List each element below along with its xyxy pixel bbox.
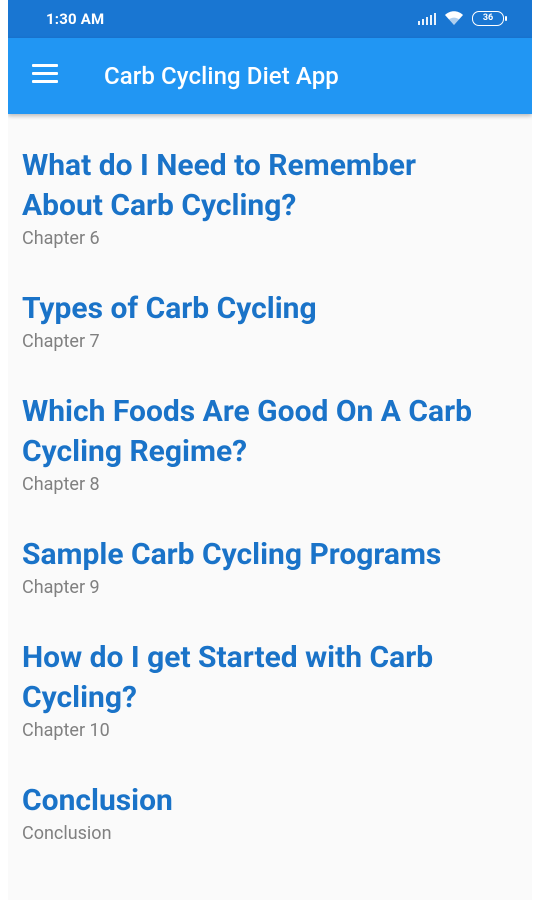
status-icons: 36 bbox=[418, 10, 507, 26]
chapter-subtitle: Chapter 8 bbox=[22, 474, 100, 495]
hamburger-menu-icon[interactable] bbox=[32, 64, 58, 86]
chapter-subtitle: Chapter 7 bbox=[22, 331, 100, 352]
status-bar: 1:30 AM 36 bbox=[8, 0, 532, 38]
chapter-item[interactable]: What do I Need to Remember About Carb Cy… bbox=[8, 146, 532, 251]
chapter-subtitle: Chapter 9 bbox=[22, 577, 100, 598]
battery-icon: 36 bbox=[472, 10, 507, 26]
wifi-icon bbox=[445, 11, 463, 25]
chapter-item[interactable]: Conclusion Conclusion bbox=[8, 781, 532, 846]
chapter-title: Conclusion bbox=[22, 783, 173, 818]
app-bar: Carb Cycling Diet App bbox=[8, 38, 532, 114]
app-title: Carb Cycling Diet App bbox=[104, 62, 339, 90]
chapter-title: What do I Need to Remember About Carb Cy… bbox=[22, 148, 416, 223]
signal-icon bbox=[418, 11, 436, 25]
chapter-subtitle: Conclusion bbox=[22, 823, 112, 844]
chapter-item[interactable]: Sample Carb Cycling Programs Chapter 9 bbox=[8, 535, 532, 600]
chapter-subtitle: Chapter 10 bbox=[22, 720, 110, 741]
chapter-item[interactable]: How do I get Started with Carb Cycling? … bbox=[8, 638, 532, 743]
chapter-title: Types of Carb Cycling bbox=[22, 291, 317, 326]
phone-screen: 1:30 AM 36 Carb Cycling Diet App What do… bbox=[8, 0, 532, 900]
chapter-title: Which Foods Are Good On A Carb Cycling R… bbox=[22, 394, 472, 469]
chapter-title: How do I get Started with Carb Cycling? bbox=[22, 640, 434, 715]
chapter-list: What do I Need to Remember About Carb Cy… bbox=[8, 114, 532, 846]
chapter-item[interactable]: Types of Carb Cycling Chapter 7 bbox=[8, 289, 532, 354]
status-time: 1:30 AM bbox=[46, 10, 105, 28]
chapter-item[interactable]: Which Foods Are Good On A Carb Cycling R… bbox=[8, 392, 532, 497]
chapter-subtitle: Chapter 6 bbox=[22, 228, 100, 249]
chapter-title: Sample Carb Cycling Programs bbox=[22, 537, 442, 572]
